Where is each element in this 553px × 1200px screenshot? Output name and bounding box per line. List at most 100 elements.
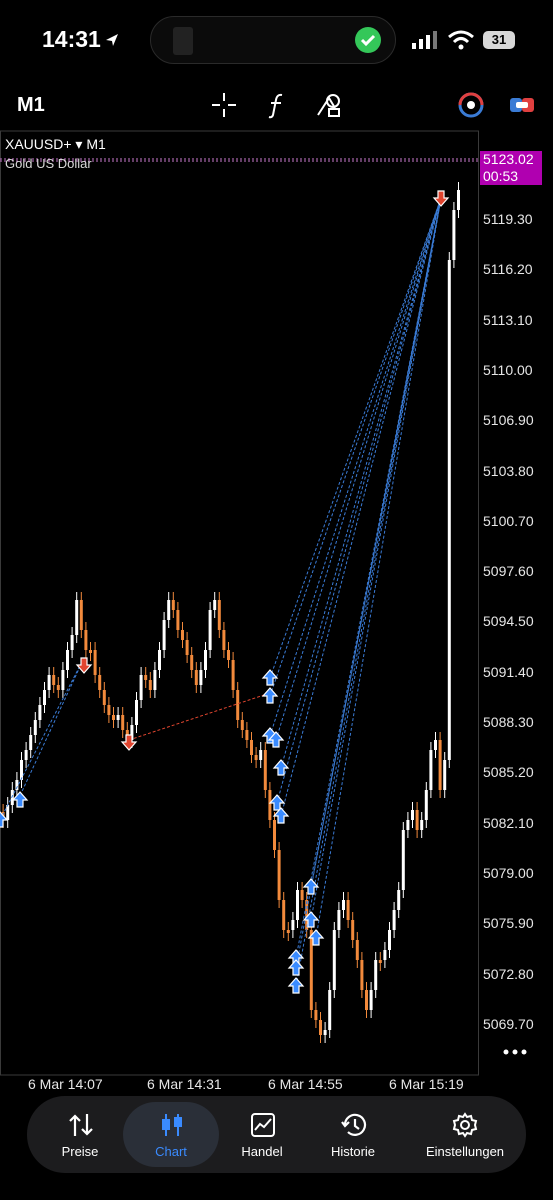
tab-historie[interactable]: Historie (305, 1096, 401, 1173)
dynamic-island[interactable] (150, 16, 396, 64)
candle-body (365, 990, 368, 1010)
candle-body (383, 950, 387, 960)
candle-body (296, 890, 299, 920)
candle-body (227, 650, 230, 660)
candle-body (84, 630, 88, 650)
candle-body (79, 600, 83, 630)
trade-toggle-icon[interactable] (507, 90, 537, 120)
chart-toolbar: M1 (0, 82, 553, 128)
candle-body (112, 715, 115, 720)
price-axis-label: 5094.50 (483, 613, 534, 630)
time-axis-label: 6 Mar 15:19 (389, 1076, 464, 1092)
candle-body (314, 1010, 318, 1020)
more-icon[interactable] (503, 1048, 527, 1056)
signal-icon (412, 31, 437, 49)
symbol-label[interactable]: XAUUSD+ ▾ M1 (5, 136, 106, 153)
tab-einstellungen[interactable]: Einstellungen (411, 1096, 519, 1173)
candles-icon (162, 1114, 182, 1136)
timeframe-button[interactable]: M1 (17, 94, 45, 117)
candle-body (401, 830, 405, 890)
candle-body (415, 810, 419, 830)
candle-body (360, 960, 364, 990)
candle-body (171, 600, 175, 610)
location-icon (106, 34, 118, 46)
price-axis-label: 5091.40 (483, 663, 534, 680)
candle-body (102, 690, 106, 705)
candle-body (282, 900, 286, 930)
candle-body (66, 650, 69, 670)
candle-body (268, 790, 272, 820)
tab-label: Einstellungen (425, 1144, 505, 1159)
price-axis-label: 5075.90 (483, 915, 534, 932)
objects-icon[interactable] (314, 90, 344, 120)
tab-label: Handel (241, 1144, 283, 1159)
tab-preise[interactable]: Preise (32, 1096, 128, 1173)
tab-chart[interactable]: Chart (123, 1102, 219, 1167)
candle-body (457, 190, 460, 210)
candle-body (291, 920, 295, 930)
candle-body (153, 670, 157, 690)
candle-body (139, 675, 143, 700)
candle-body (70, 635, 74, 650)
candle-body (245, 730, 249, 740)
candle-body (240, 720, 244, 730)
candle-body (194, 670, 198, 685)
candle-body (148, 680, 152, 690)
tab-label: Preise (61, 1144, 99, 1159)
gear-icon (452, 1112, 478, 1138)
candle-body (374, 960, 378, 990)
price-chart[interactable]: XAUUSD+ ▾ M1 Gold US Dollar 5123.02 00:5… (0, 130, 553, 1100)
candle-body (208, 610, 212, 650)
candle-body (378, 960, 382, 963)
price-axis-label: 5119.30 (483, 211, 533, 227)
price-axis-label: 5097.60 (483, 563, 534, 580)
candle-body (434, 740, 437, 750)
tab-label: Historie (330, 1144, 376, 1159)
candle-body (286, 930, 290, 933)
price-axis-label: 5085.20 (483, 764, 534, 781)
indicators-icon[interactable] (262, 90, 292, 120)
candle-body (309, 930, 313, 1010)
tab-label: Chart (155, 1144, 187, 1159)
time-axis-label: 6 Mar 14:31 (147, 1076, 222, 1092)
candle-body (33, 720, 37, 735)
wifi-icon (448, 30, 474, 50)
candle-body (355, 940, 359, 960)
candle-body (273, 820, 276, 850)
candle-body (185, 640, 189, 655)
candle-body (369, 990, 373, 1010)
price-axis-label: 5100.70 (483, 512, 534, 529)
candle-body (190, 655, 194, 670)
current-price-tag: 5123.02 00:53 (480, 151, 542, 185)
candle-body (342, 900, 345, 910)
candle-body (277, 850, 281, 900)
candle-body (121, 715, 125, 730)
candle-body (217, 600, 221, 630)
candle-body (158, 650, 161, 670)
candle-body (135, 700, 138, 725)
candle-body (254, 755, 258, 760)
candle-body (328, 990, 332, 1030)
candle-body (20, 760, 23, 780)
price-axis-label: 5069.70 (483, 1015, 534, 1032)
candle-body (424, 790, 428, 820)
bottom-tab-bar: Preise Chart Handel Historie Einstellung… (27, 1096, 526, 1173)
time-axis-label: 6 Mar 14:55 (268, 1076, 343, 1092)
candle-body (75, 600, 79, 635)
sync-icon[interactable] (456, 90, 486, 120)
candle-body (98, 675, 102, 690)
time-axis-label: 6 Mar 14:07 (28, 1076, 103, 1092)
candle-body (388, 930, 391, 950)
candle-body (351, 920, 355, 940)
crosshair-icon[interactable] (209, 90, 239, 120)
candle-body (24, 750, 28, 760)
price-axis-label: 5079.00 (483, 864, 534, 881)
current-price: 5123.02 (483, 151, 534, 167)
candle-body (411, 810, 414, 820)
tab-handel[interactable]: Handel (214, 1096, 310, 1173)
candle-body (199, 670, 203, 685)
candle-body (323, 1030, 327, 1035)
chart-canvas[interactable] (0, 130, 553, 1100)
arrows-updown-icon (69, 1114, 93, 1136)
candle-body (38, 705, 42, 720)
